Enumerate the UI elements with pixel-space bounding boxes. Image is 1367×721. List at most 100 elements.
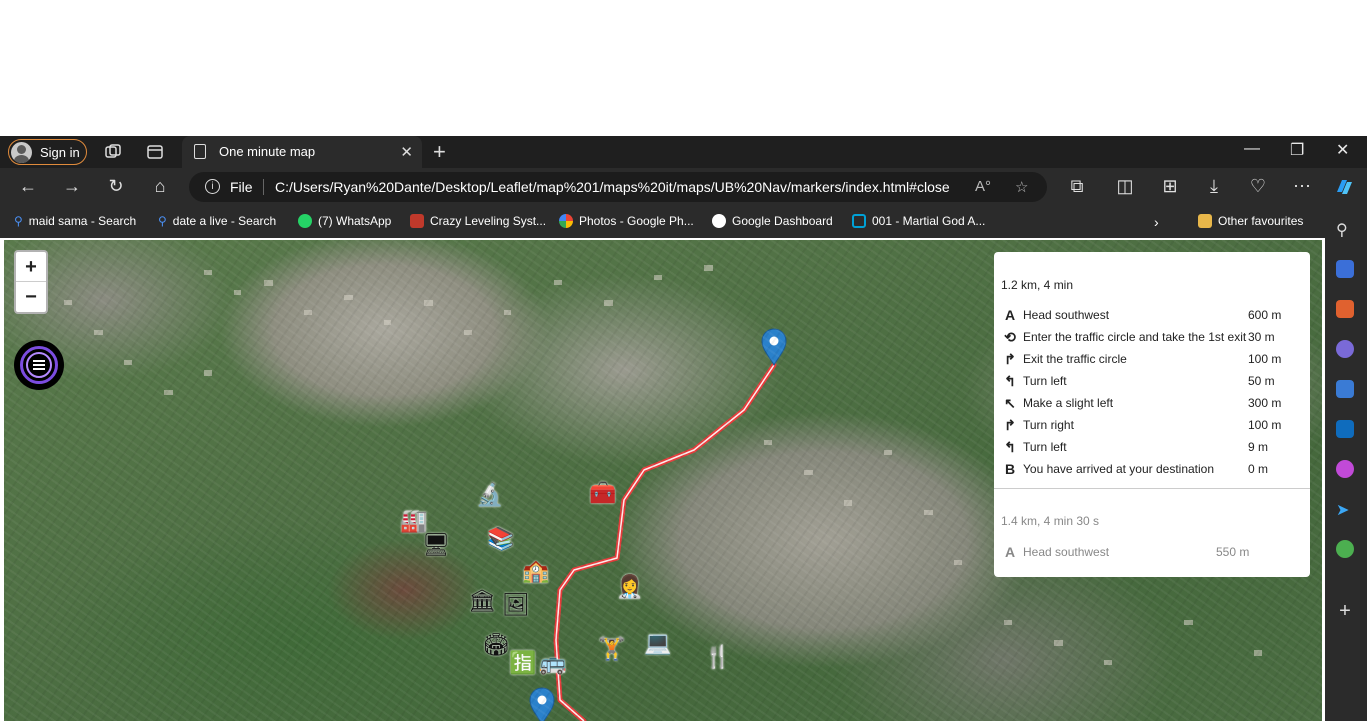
address-separator <box>263 179 264 195</box>
shopping-tag-icon[interactable] <box>1336 260 1354 278</box>
instruction-text: Exit the traffic circle <box>1023 352 1127 366</box>
address-bar[interactable]: i File C:/Users/Ryan%20Dante/Desktop/Lea… <box>189 172 1047 202</box>
close-tab-icon[interactable]: ✕ <box>400 143 413 161</box>
google-icon <box>712 214 726 228</box>
laptop-icon[interactable]: 💻 <box>644 630 671 656</box>
extensions-icon[interactable]: ⧉ <box>1065 176 1089 197</box>
favorite-star-icon[interactable]: ☆ <box>1015 178 1028 196</box>
info-icon[interactable]: i <box>205 179 220 194</box>
profile-icon <box>11 141 32 163</box>
start-a-icon: A <box>1004 307 1016 323</box>
tree-icon[interactable] <box>1336 540 1354 558</box>
tab-actions-icon[interactable] <box>145 142 165 162</box>
route-line <box>553 362 777 721</box>
instruction-row[interactable]: ↱ Turn right 100 m <box>1001 416 1301 436</box>
close-window-icon[interactable]: ✕ <box>1336 140 1349 160</box>
end-marker-icon[interactable] <box>529 687 555 721</box>
sign-in-label: Sign in <box>40 144 80 160</box>
sports-icon[interactable]: 🏋 <box>598 636 625 662</box>
favourite-label: Crazy Leveling Syst... <box>430 214 547 228</box>
sidebar-search-icon[interactable]: ⚲ <box>1336 220 1354 239</box>
designer-icon[interactable] <box>1336 460 1354 478</box>
edge-sidebar: ⚲ ➤ + <box>1325 206 1367 721</box>
instruction-row[interactable]: A Head southwest 600 m <box>1001 306 1301 326</box>
restore-icon[interactable]: ❐ <box>1290 140 1304 160</box>
collections-icon[interactable]: ⊞ <box>1158 176 1182 197</box>
instruction-text: Enter the traffic circle and take the 1s… <box>1023 330 1247 344</box>
favourite-item[interactable]: ⚲ date a live - Search <box>158 214 276 228</box>
back-icon[interactable]: ← <box>16 176 40 197</box>
sign-in-button[interactable]: Sign in <box>8 139 87 165</box>
other-favourites-folder[interactable]: Other favourites <box>1198 214 1303 228</box>
bus-icon[interactable]: 🚌 <box>539 650 566 676</box>
museum-icon[interactable]: 🏛 <box>468 588 496 614</box>
add-sidebar-icon[interactable]: + <box>1336 601 1354 621</box>
instruction-row[interactable]: ↖ Make a slight left 300 m <box>1001 394 1301 414</box>
tab-one-minute-map[interactable]: One minute map ✕ <box>182 136 422 168</box>
instruction-distance: 100 m <box>1248 418 1282 432</box>
forward-icon[interactable]: → <box>60 176 84 197</box>
alternative-instruction-row[interactable]: A Head southwest 550 m <box>1001 543 1301 563</box>
favourite-item[interactable]: 001 - Martial God A... <box>852 214 985 228</box>
browser-essentials-icon[interactable]: ♡ <box>1246 176 1270 197</box>
downloads-icon[interactable]: ⤓ <box>1202 176 1226 197</box>
instruction-text: Turn right <box>1023 418 1074 432</box>
lecture-hall-icon[interactable]: 🏟 <box>482 632 510 658</box>
outlook-icon[interactable] <box>1336 420 1354 438</box>
send-icon[interactable]: ➤ <box>1336 500 1354 519</box>
instruction-text: Turn left <box>1023 374 1067 388</box>
copilot-icon[interactable] <box>1332 176 1356 203</box>
turn-left-icon: ↰ <box>1004 373 1016 389</box>
more-favourites-chevron-icon[interactable]: › <box>1154 214 1159 230</box>
factory-icon[interactable]: 🏭 <box>400 508 427 534</box>
microscope-icon[interactable]: 🔬 <box>476 482 503 508</box>
favourite-label: maid sama - Search <box>28 214 137 228</box>
favourite-item[interactable]: ⚲ maid sama - Search <box>14 214 136 228</box>
alternative-route-summary[interactable]: 1.4 km, 4 min 30 s <box>1001 514 1099 528</box>
gallery-icon[interactable]: 🖼 <box>502 592 530 618</box>
zoom-in-button[interactable]: + <box>16 252 46 282</box>
translation-icon[interactable]: 🈯 <box>509 650 536 676</box>
instruction-row[interactable]: ↱ Exit the traffic circle 100 m <box>1001 350 1301 370</box>
address-prefix: File <box>230 179 253 195</box>
routing-panel[interactable]: 1.2 km, 4 min A Head southwest 600 m ⟲ E… <box>994 252 1310 577</box>
home-icon[interactable]: ⌂ <box>148 176 172 197</box>
games-icon[interactable] <box>1336 340 1354 358</box>
turn-right-icon: ↱ <box>1004 417 1016 433</box>
route-divider <box>994 488 1310 489</box>
route-summary: 1.2 km, 4 min <box>1001 278 1074 292</box>
start-marker-icon[interactable] <box>761 328 787 366</box>
favourite-item[interactable]: Photos - Google Ph... <box>559 214 694 228</box>
classroom-icon[interactable]: 🏫 <box>522 558 549 584</box>
first-aid-kit-icon[interactable]: 🧰 <box>589 480 616 506</box>
library-books-icon[interactable]: 📚 <box>487 526 514 552</box>
microsoft-365-icon[interactable] <box>1336 380 1354 398</box>
search-icon: ⚲ <box>158 214 167 228</box>
favourite-item[interactable]: Google Dashboard <box>712 214 833 228</box>
app-logo[interactable] <box>14 340 64 390</box>
workspaces-icon[interactable] <box>103 142 123 162</box>
tools-icon[interactable] <box>1336 300 1354 318</box>
zoom-out-button[interactable]: − <box>16 282 46 312</box>
restaurant-icon[interactable]: 🍴 <box>704 644 731 670</box>
satellite-map[interactable]: + − 🔬 🧰 🏭 🖥 📚 🏫 👩‍⚕️ 🏛 🖼 🏟 🈯 🚌 🏋 💻 🍴 1.2… <box>4 240 1322 721</box>
instruction-row[interactable]: B You have arrived at your destination 0… <box>1001 460 1301 480</box>
instruction-distance: 550 m <box>1216 545 1250 559</box>
favourite-item[interactable]: Crazy Leveling Syst... <box>410 214 546 228</box>
refresh-icon[interactable]: ↻ <box>104 176 128 197</box>
url-text[interactable]: C:/Users/Ryan%20Dante/Desktop/Leaflet/ma… <box>275 179 950 195</box>
favourite-item[interactable]: (7) WhatsApp <box>298 214 391 228</box>
instruction-row[interactable]: ↰ Turn left 9 m <box>1001 438 1301 458</box>
instruction-text: You have arrived at your destination <box>1023 462 1215 476</box>
more-options-icon[interactable]: ⋯ <box>1290 176 1314 197</box>
read-aloud-icon[interactable]: A° <box>975 178 991 195</box>
instruction-row[interactable]: ⟲ Enter the traffic circle and take the … <box>1001 328 1301 348</box>
minimize-icon[interactable]: — <box>1244 140 1260 158</box>
new-tab-button[interactable]: + <box>433 139 446 165</box>
tab-title: One minute map <box>219 144 316 159</box>
doctor-icon[interactable]: 👩‍⚕️ <box>616 574 643 600</box>
instruction-distance: 0 m <box>1248 462 1269 476</box>
split-screen-icon[interactable]: ◫ <box>1113 176 1137 197</box>
computer-lab-icon[interactable]: 🖥 <box>422 532 450 558</box>
instruction-row[interactable]: ↰ Turn left 50 m <box>1001 372 1301 392</box>
